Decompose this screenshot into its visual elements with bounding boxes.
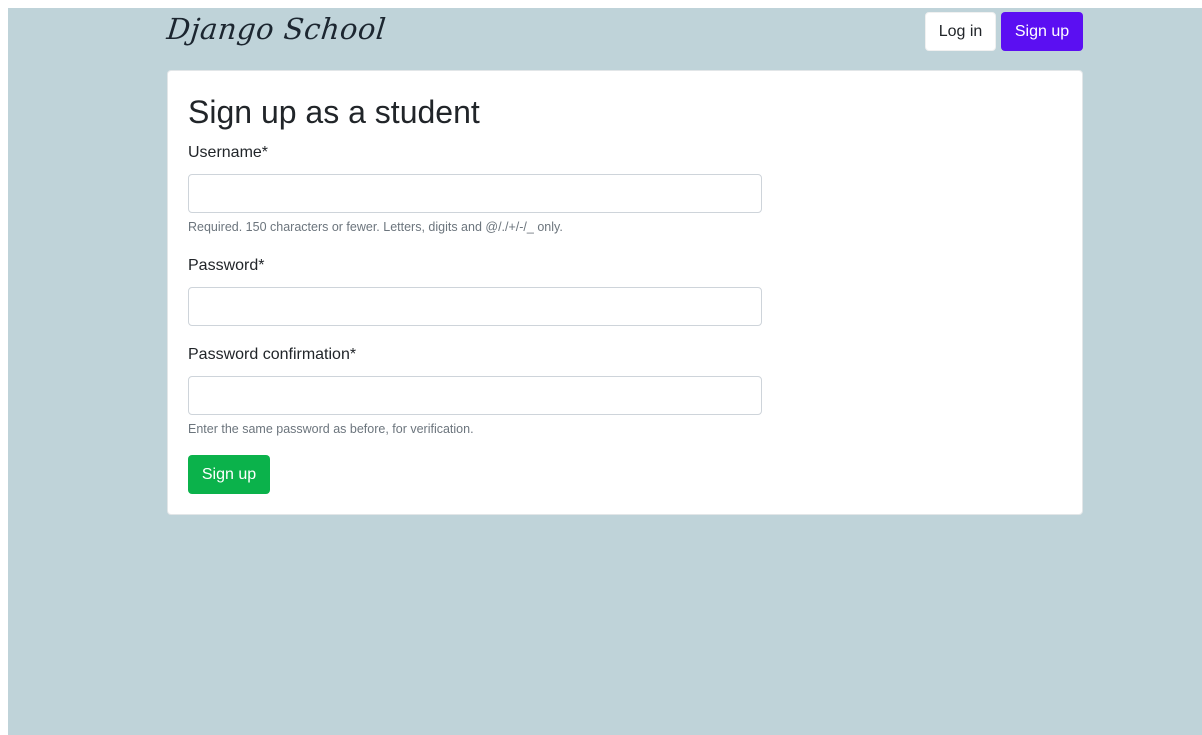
page-background: Django School Log in Sign up Sign up as … bbox=[8, 8, 1202, 735]
page-title: Sign up as a student bbox=[188, 94, 480, 130]
password-confirmation-label: Password confirmation* bbox=[188, 346, 357, 363]
username-label: Username* bbox=[188, 144, 269, 161]
brand-logo[interactable]: Django School bbox=[165, 12, 388, 46]
nav-signup-button[interactable]: Sign up bbox=[1001, 12, 1083, 51]
nav-buttons: Log in Sign up bbox=[925, 12, 1083, 51]
signup-submit-button[interactable]: Sign up bbox=[188, 455, 270, 494]
password-confirmation-input[interactable] bbox=[188, 376, 762, 415]
password-confirmation-help-text: Enter the same password as before, for v… bbox=[188, 422, 474, 436]
signup-card: Sign up as a student Username* Required.… bbox=[167, 70, 1083, 515]
login-button[interactable]: Log in bbox=[925, 12, 996, 51]
password-input[interactable] bbox=[188, 287, 762, 326]
password-label: Password* bbox=[188, 257, 265, 274]
navbar: Django School Log in Sign up bbox=[165, 8, 1083, 62]
username-help-text: Required. 150 characters or fewer. Lette… bbox=[188, 220, 563, 234]
username-input[interactable] bbox=[188, 174, 762, 213]
